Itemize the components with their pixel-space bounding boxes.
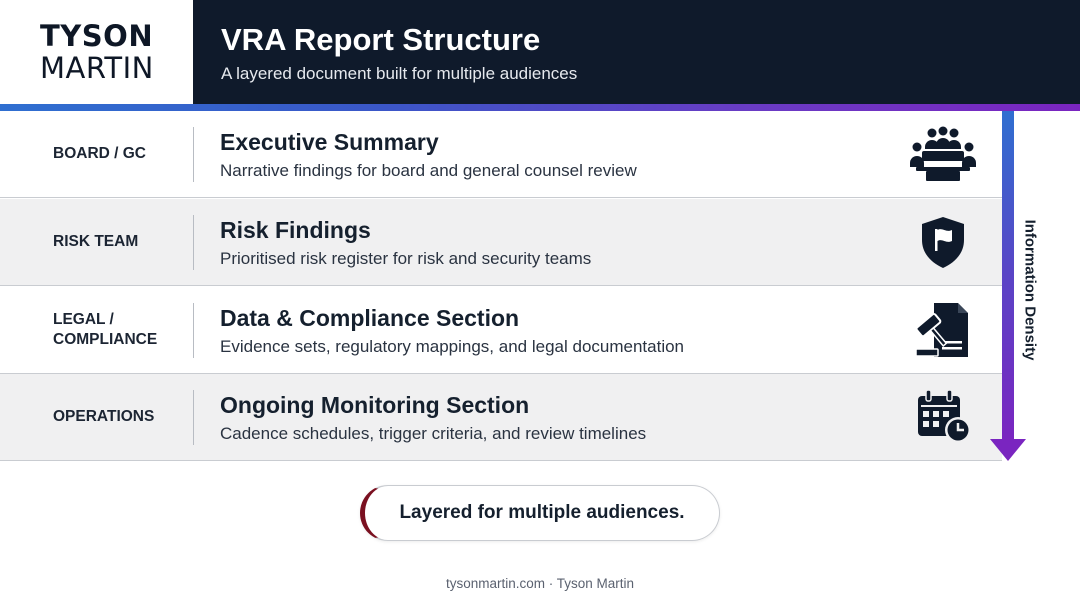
layer-title: Risk Findings — [220, 217, 371, 243]
layer-title: Executive Summary — [220, 129, 439, 155]
shield-flag-icon — [908, 213, 978, 271]
page-subtitle: A layered document built for multiple au… — [221, 64, 578, 83]
layer-description: Narrative findings for board and general… — [220, 161, 637, 180]
gavel-document-icon — [908, 301, 978, 359]
footer-credit: tysonmartin.com · Tyson Martin — [445, 576, 635, 591]
layer-title: Data & Compliance Section — [220, 305, 520, 331]
row-divider — [193, 127, 194, 182]
layer-row-executive-summary: BOARD / GC Executive Summary Narrative f… — [0, 111, 1002, 198]
layer-description: Evidence sets, regulatory mappings, and … — [220, 337, 685, 356]
layer-description: Prioritised risk register for risk and s… — [220, 249, 592, 268]
brand-logo-line1: TYSON — [40, 19, 154, 53]
audience-label: LEGAL / COMPLIANCE — [53, 310, 158, 348]
callout-text: Layered for multiple audiences. — [399, 502, 685, 523]
page-title: VRA Report Structure — [221, 22, 541, 57]
layer-row-data-compliance: LEGAL / COMPLIANCE Data & Compliance Sec… — [0, 287, 1002, 374]
calendar-clock-icon — [908, 388, 978, 446]
header-bar: VRA Report Structure A layered document … — [193, 0, 1080, 104]
callout-pill: Layered for multiple audiences. — [360, 485, 720, 541]
arrow-head — [990, 439, 1026, 461]
layer-description: Cadence schedules, trigger criteria, and… — [220, 424, 647, 443]
brand-logo: TYSON MARTIN — [0, 0, 193, 104]
row-divider — [193, 303, 194, 358]
layer-row-ongoing-monitoring: OPERATIONS Ongoing Monitoring Section Ca… — [0, 374, 1002, 461]
audience-label: BOARD / GC — [53, 144, 146, 162]
boardroom-meeting-icon — [908, 125, 978, 183]
audience-label: OPERATIONS — [53, 407, 155, 425]
layer-row-risk-findings: RISK TEAM Risk Findings Prioritised risk… — [0, 199, 1002, 286]
row-divider — [193, 390, 194, 445]
accent-divider — [0, 104, 1080, 111]
layer-title: Ongoing Monitoring Section — [220, 392, 530, 418]
audience-label: RISK TEAM — [53, 232, 139, 250]
information-density-arrow — [1002, 111, 1014, 441]
brand-logo-line2: MARTIN — [40, 51, 154, 85]
arrow-label: Information Density — [1021, 219, 1039, 361]
row-divider — [193, 215, 194, 270]
